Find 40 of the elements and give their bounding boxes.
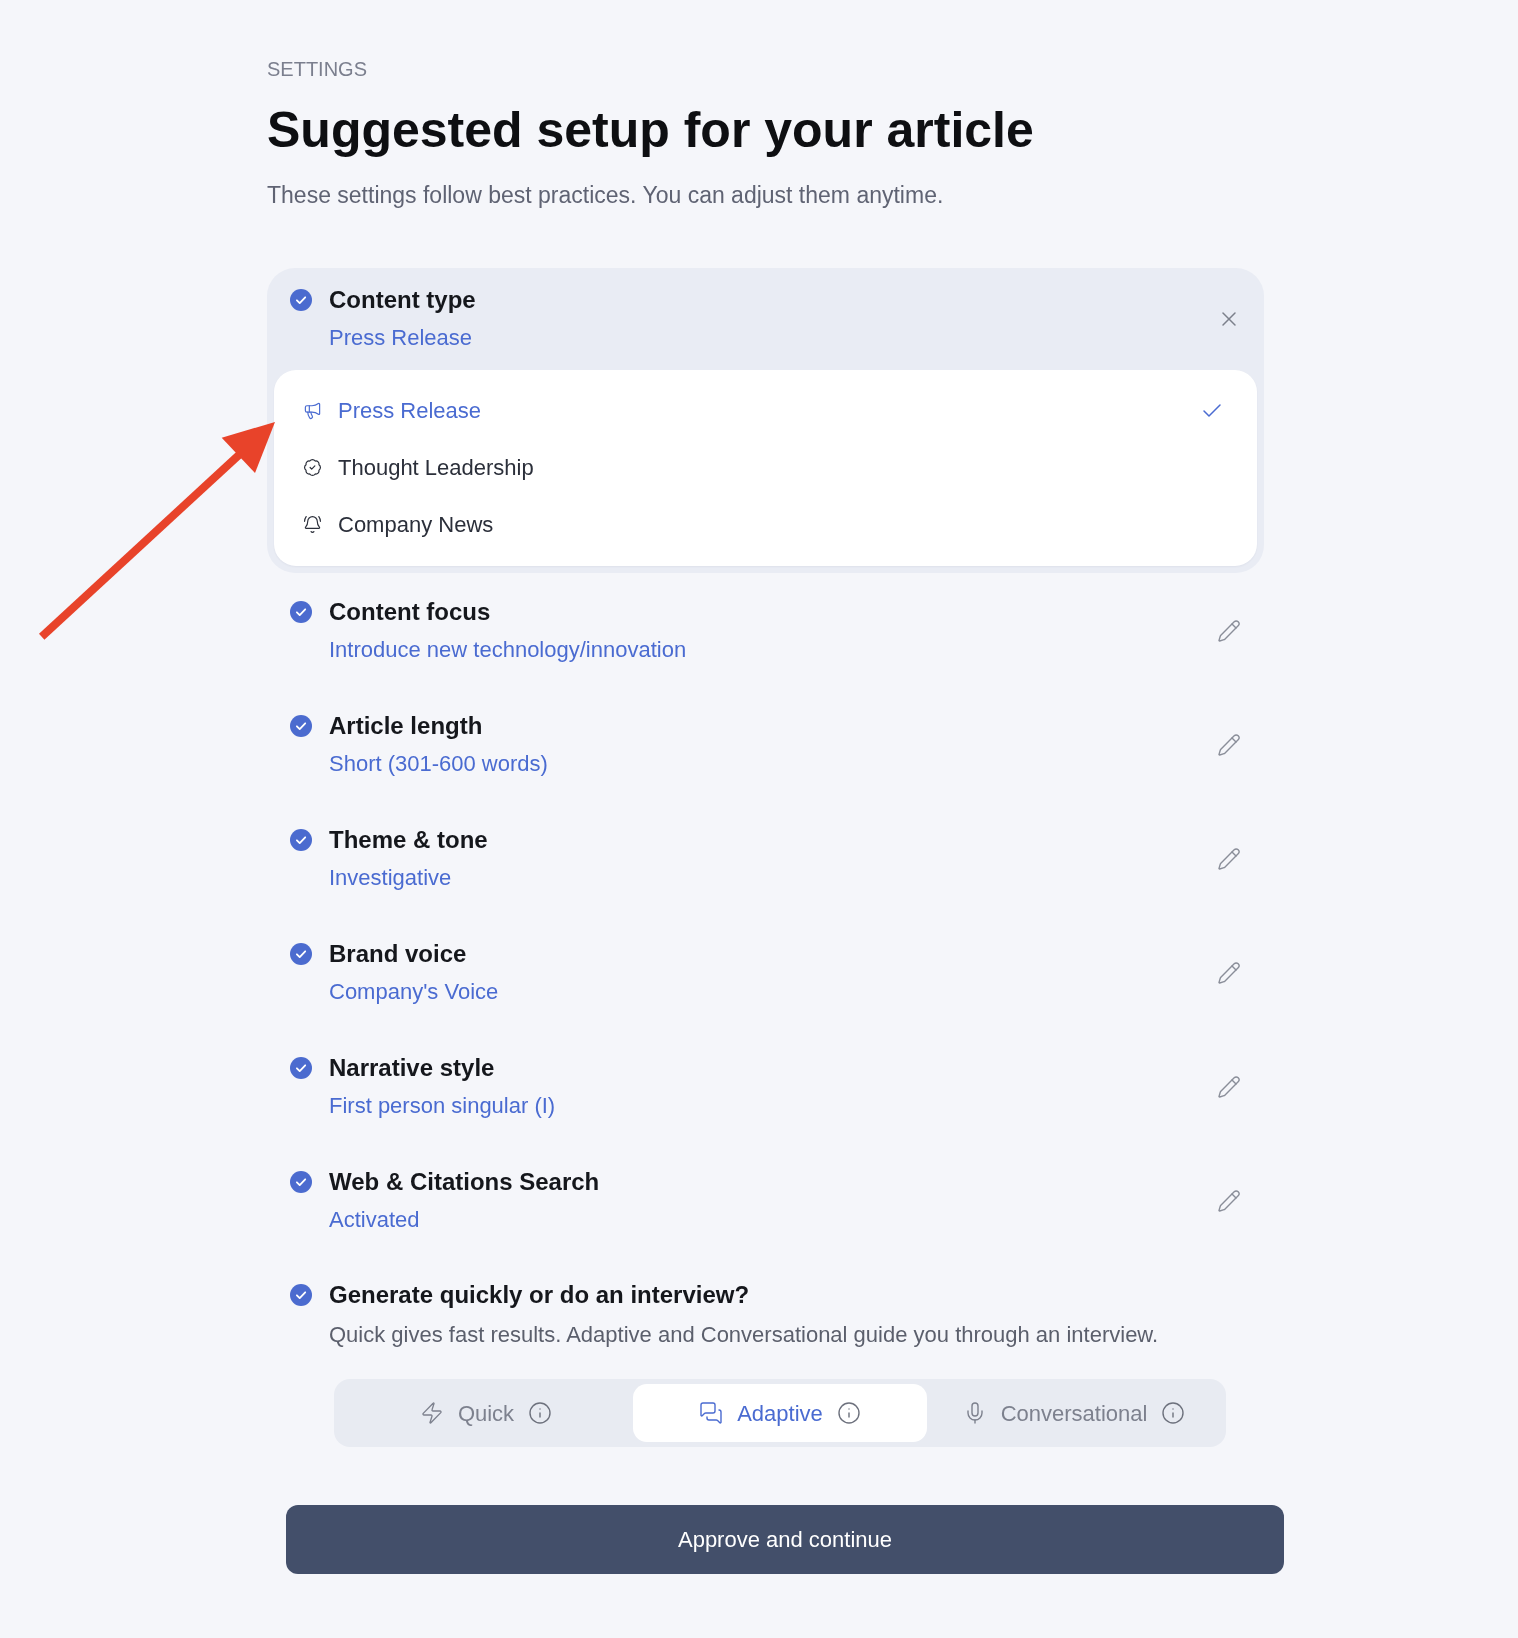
approve-button[interactable]: Approve and continue	[286, 1505, 1284, 1574]
setting-value: Press Release	[329, 324, 473, 352]
option-item[interactable]: Press Release	[274, 382, 1257, 439]
pencil-icon	[1217, 960, 1241, 985]
setting-value: Investigative	[329, 864, 452, 892]
setting-value: Introduce new technology/innovation	[329, 636, 687, 664]
megaphone-icon	[303, 401, 322, 420]
setting-value: Company's Voice	[329, 978, 499, 1006]
pencil-icon	[1217, 618, 1241, 643]
mode-tab[interactable]: Quick	[339, 1384, 633, 1442]
setting-title: Content type	[329, 285, 476, 315]
badge-check-icon	[303, 458, 322, 477]
setting-value: Short (301-600 words)	[329, 750, 548, 778]
pencil-icon	[1217, 1074, 1241, 1099]
pencil-icon	[1217, 846, 1241, 871]
setting-description: Quick gives fast results. Adaptive and Conversational guide you through an interview.	[329, 1321, 1159, 1349]
info-icon	[528, 1401, 553, 1425]
setting-title: Narrative style	[329, 1053, 495, 1083]
option-item[interactable]: Thought Leadership	[274, 439, 1257, 496]
bell-icon	[303, 515, 322, 534]
setting-title: Theme & tone	[329, 825, 488, 855]
setting-title: Web & Citations Search	[329, 1167, 600, 1197]
page-subtitle: These settings follow best practices. You can adjust them anytime.	[267, 181, 944, 210]
setting-value: Activated	[329, 1206, 420, 1234]
option-item[interactable]: Company News	[274, 496, 1257, 553]
setting-value: First person singular (I)	[329, 1092, 556, 1120]
info-icon	[836, 1401, 861, 1425]
setting-title: Brand voice	[329, 939, 467, 969]
page-title: Suggested setup for your article	[267, 101, 1034, 160]
lightning-icon	[419, 1401, 444, 1425]
section-label: SETTINGS	[267, 57, 367, 82]
mode-tab[interactable]: Adaptive	[633, 1384, 927, 1442]
info-icon	[1161, 1401, 1186, 1425]
chat-bubbles-icon	[699, 1401, 724, 1425]
setting-title: Content focus	[329, 597, 491, 627]
setting-title: Article length	[329, 711, 483, 741]
setting-title: Generate quickly or do an interview?	[329, 1280, 750, 1310]
pencil-icon	[1217, 732, 1241, 757]
pencil-icon	[1217, 1188, 1241, 1213]
mode-tab[interactable]: Conversational	[927, 1384, 1221, 1442]
